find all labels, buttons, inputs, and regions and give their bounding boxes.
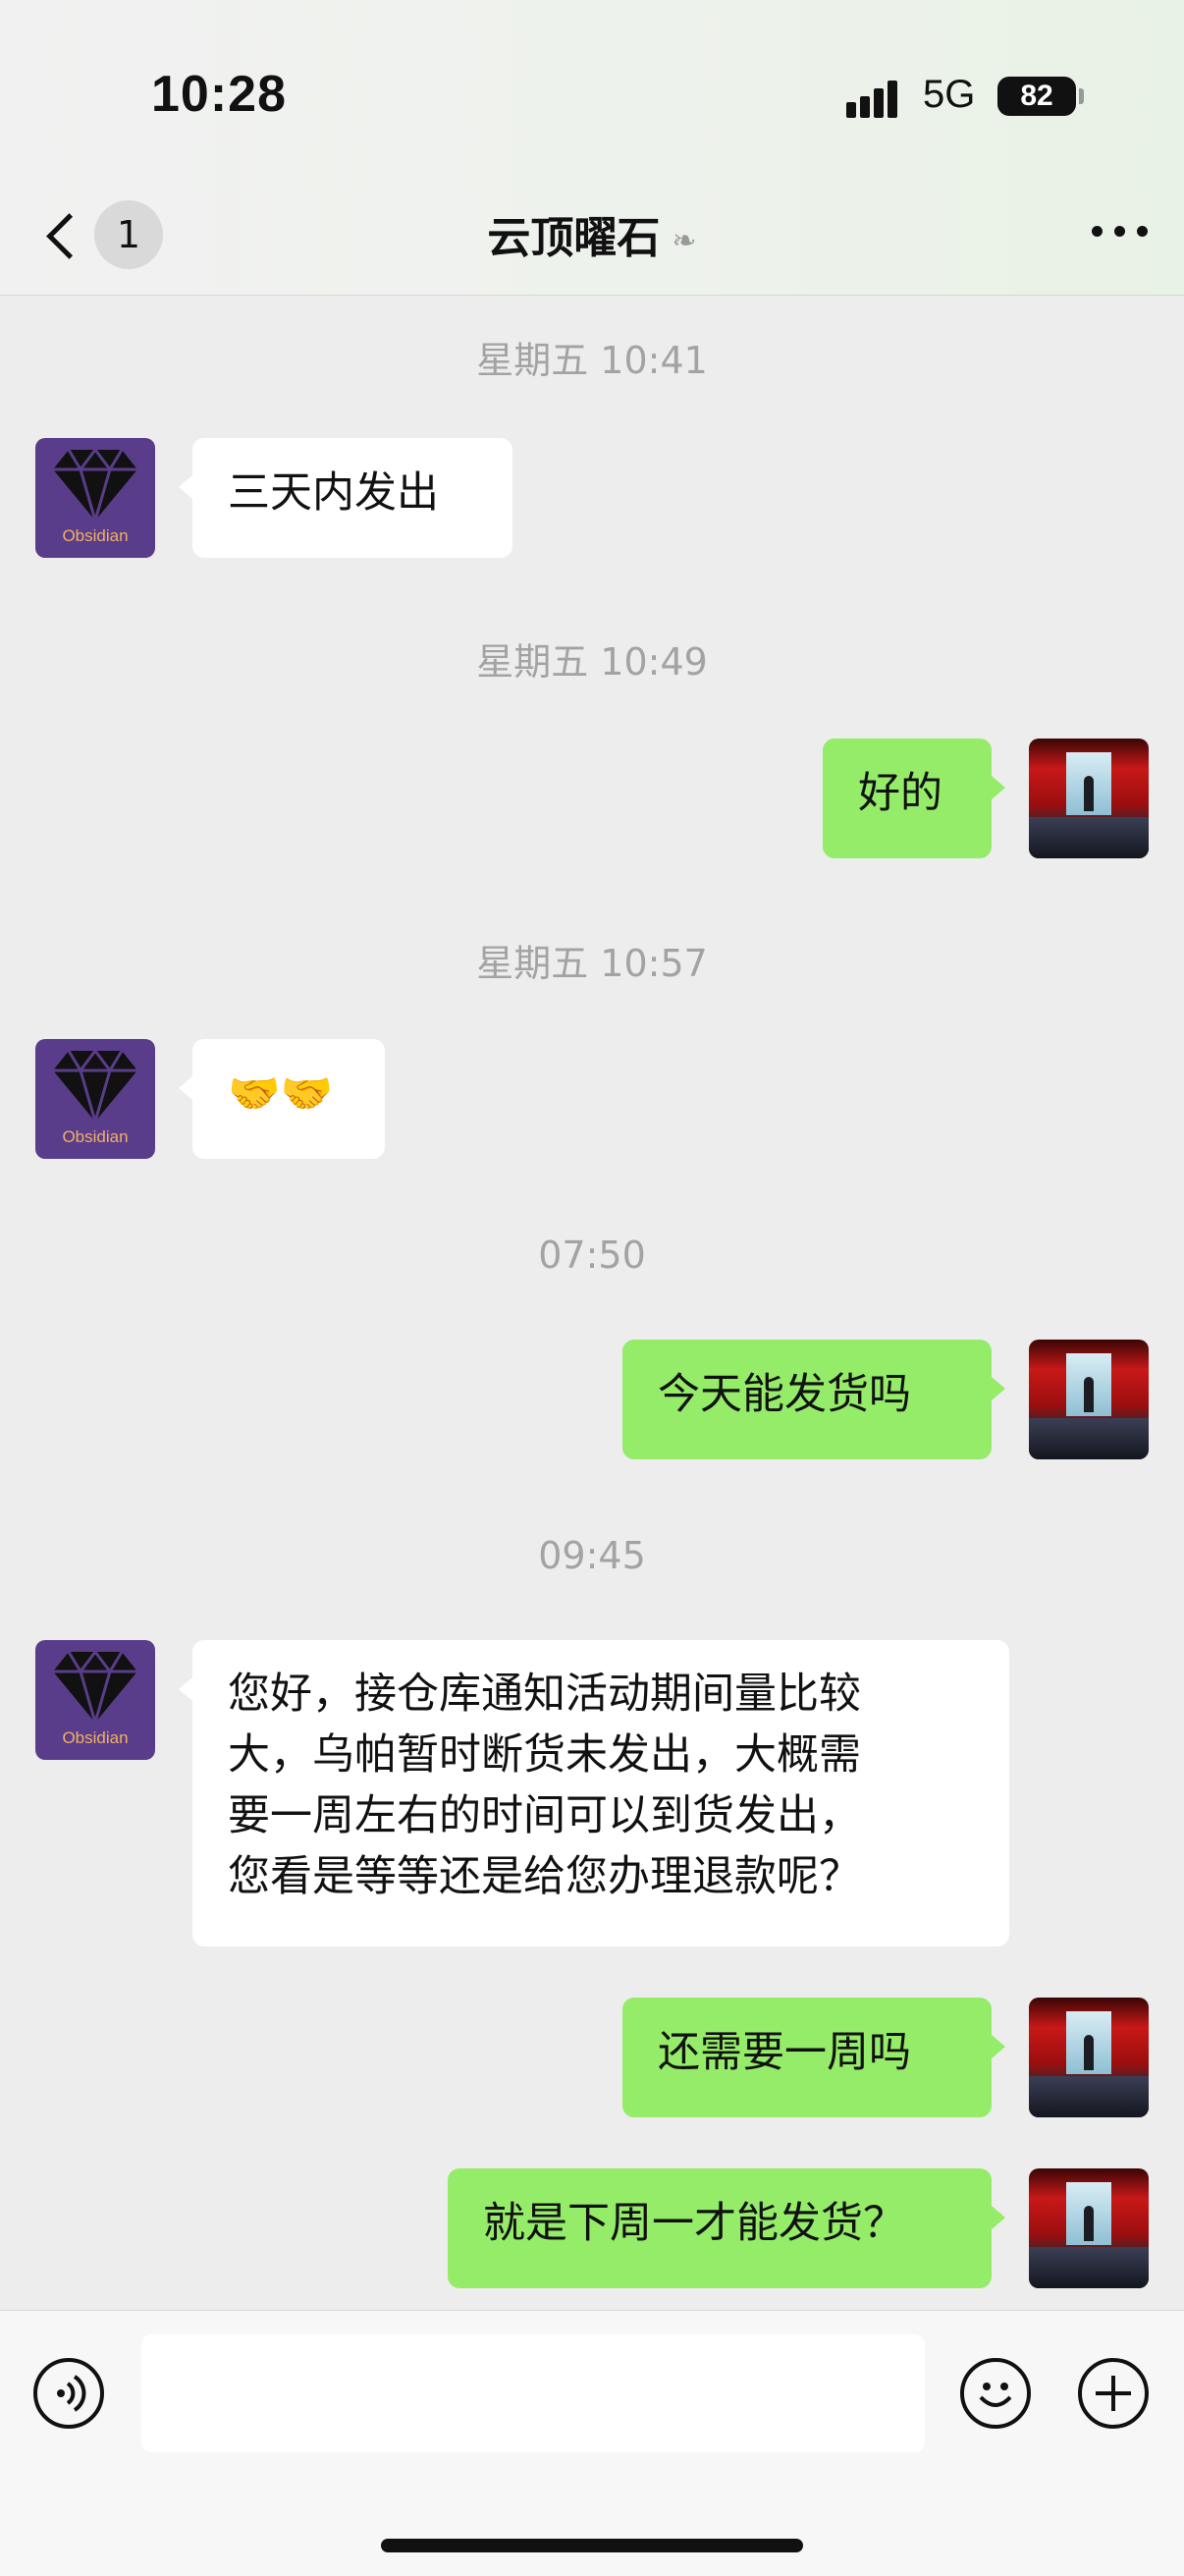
message-line: 您看是等等还是给您办理退款呢？ xyxy=(228,1852,861,1901)
avatar-label: Obsidian xyxy=(62,1127,129,1146)
chat-title: 云顶曜石 ❧ xyxy=(0,202,1184,265)
outgoing-message[interactable]: 今天能发货吗 xyxy=(622,1340,1005,1459)
message-timestamp: 星期五 10:41 xyxy=(476,339,708,382)
message-timestamp: 07:50 xyxy=(538,1233,646,1277)
ear-icon: ❧ xyxy=(672,223,697,258)
network-type: 5G xyxy=(923,73,976,116)
outgoing-message[interactable]: 还需要一周吗 xyxy=(622,1998,1005,2117)
diamond-icon xyxy=(53,1048,137,1125)
smiley-icon xyxy=(979,2383,1012,2407)
outgoing-message[interactable]: 就是下周一才能发货？ xyxy=(448,2168,1005,2288)
message-input[interactable] xyxy=(141,2334,925,2452)
user-avatar[interactable] xyxy=(1029,1998,1149,2117)
contact-avatar[interactable]: Obsidian xyxy=(35,1640,155,1760)
status-bar: 10:28 5G 82 xyxy=(0,0,1184,187)
avatar-label: Obsidian xyxy=(62,1728,129,1747)
home-indicator[interactable] xyxy=(381,2539,803,2552)
chat-header: 1 云顶曜石 ❧ xyxy=(0,167,1184,296)
message-timestamp: 星期五 10:57 xyxy=(476,942,708,985)
status-time: 10:28 xyxy=(151,66,287,123)
contact-avatar[interactable]: Obsidian xyxy=(35,438,155,558)
emoji-button[interactable] xyxy=(960,2358,1031,2429)
outgoing-message[interactable]: 好的 xyxy=(823,739,1005,858)
message-timestamp: 09:45 xyxy=(538,1534,646,1577)
more-functions-button[interactable] xyxy=(1078,2358,1149,2429)
user-avatar[interactable] xyxy=(1029,2168,1149,2288)
incoming-message[interactable]: 三天内发出 xyxy=(179,438,512,558)
avatar-label: Obsidian xyxy=(62,526,129,545)
user-avatar[interactable] xyxy=(1029,739,1149,858)
message-line: 您好，接仓库通知活动期间量比较 xyxy=(228,1670,861,1719)
voice-toggle-button[interactable] xyxy=(33,2358,104,2429)
incoming-message[interactable]: 您好，接仓库通知活动期间量比较 大，乌帕暂时断货未发出，大概需 要一周左右的时间… xyxy=(179,1640,1009,1946)
message-line: 要一周左右的时间可以到货发出， xyxy=(228,1791,861,1840)
contact-avatar[interactable]: Obsidian xyxy=(35,1039,155,1159)
user-avatar[interactable] xyxy=(1029,1340,1149,1459)
incoming-message[interactable]: 🤝🤝 xyxy=(179,1039,385,1159)
diamond-icon xyxy=(53,1649,137,1726)
input-bar xyxy=(0,2310,1184,2576)
battery-icon: 82 xyxy=(997,77,1084,116)
voice-icon xyxy=(57,2375,86,2412)
diamond-icon xyxy=(53,447,137,524)
plus-icon xyxy=(1096,2376,1131,2411)
message-line: 大，乌帕暂时断货未发出，大概需 xyxy=(228,1730,861,1780)
more-options-button[interactable] xyxy=(1086,214,1155,253)
chat-title-text: 云顶曜石 xyxy=(487,213,661,263)
signal-icon xyxy=(846,79,909,118)
message-timestamp: 星期五 10:49 xyxy=(476,640,708,684)
